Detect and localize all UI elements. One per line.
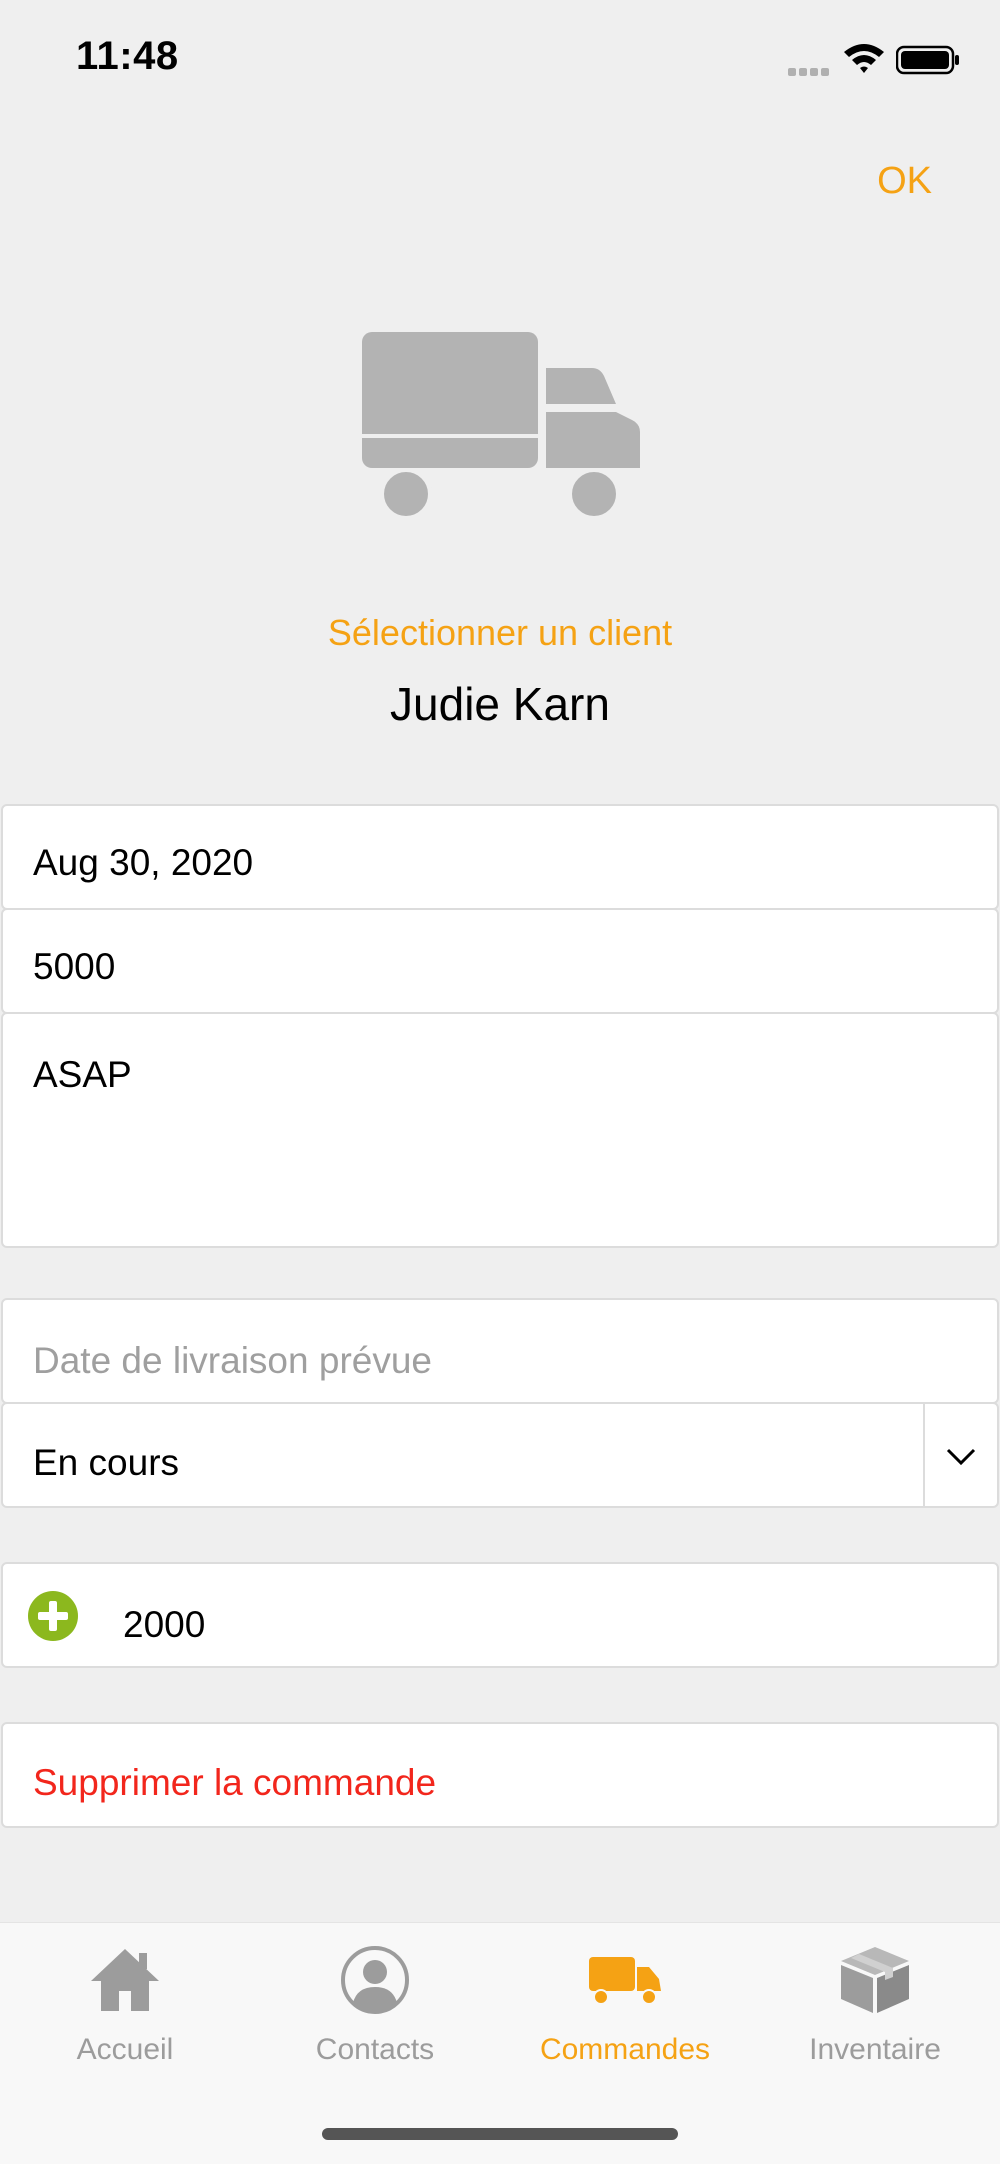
person-icon: [341, 1946, 409, 2014]
chevron-down-icon[interactable]: [943, 1438, 979, 1474]
tab-inventaire[interactable]: Inventaire: [750, 1945, 1000, 2067]
status-select[interactable]: En cours: [1, 1402, 999, 1508]
item-row[interactable]: 2000: [1, 1562, 999, 1668]
status-time: 11:48: [76, 34, 179, 78]
select-client-button[interactable]: Sélectionner un client: [0, 612, 1000, 654]
battery-icon: [896, 45, 959, 75]
wifi-icon: [844, 44, 884, 73]
box-icon: [841, 1947, 909, 2013]
tab-label: Contacts: [315, 2033, 435, 2066]
delete-order-label: Supprimer la commande: [33, 1762, 437, 1803]
amount-value: 5000: [33, 946, 116, 987]
order-date-field[interactable]: Aug 30, 2020: [1, 804, 999, 910]
tab-commandes[interactable]: Commandes: [500, 1945, 750, 2067]
divider: [923, 1404, 925, 1506]
delete-order-button[interactable]: Supprimer la commande: [1, 1722, 999, 1828]
home-indicator: [322, 2128, 678, 2140]
notes-value: ASAP: [33, 1054, 132, 1095]
add-circle-icon[interactable]: [27, 1590, 79, 1642]
tab-label: Commandes: [539, 2033, 711, 2066]
tab-label: Inventaire: [809, 2033, 941, 2066]
truck-icon: [589, 1957, 661, 2005]
delivery-date-placeholder: Date de livraison prévue: [33, 1340, 432, 1381]
truck-icon: [362, 332, 640, 520]
tab-label: Accueil: [76, 2033, 174, 2066]
item-value: 2000: [123, 1604, 206, 1645]
notes-field[interactable]: ASAP: [1, 1012, 999, 1248]
amount-field[interactable]: 5000: [1, 908, 999, 1014]
client-name: Judie Karn: [390, 678, 610, 730]
order-date-value: Aug 30, 2020: [33, 842, 254, 883]
signal-icon: [788, 63, 834, 76]
delivery-date-field[interactable]: Date de livraison prévue: [1, 1298, 999, 1404]
ok-button[interactable]: OK: [877, 160, 932, 203]
tab-accueil[interactable]: Accueil: [0, 1945, 250, 2067]
status-value: En cours: [33, 1442, 180, 1483]
home-icon: [91, 1949, 159, 2011]
tab-contacts[interactable]: Contacts: [250, 1945, 500, 2067]
